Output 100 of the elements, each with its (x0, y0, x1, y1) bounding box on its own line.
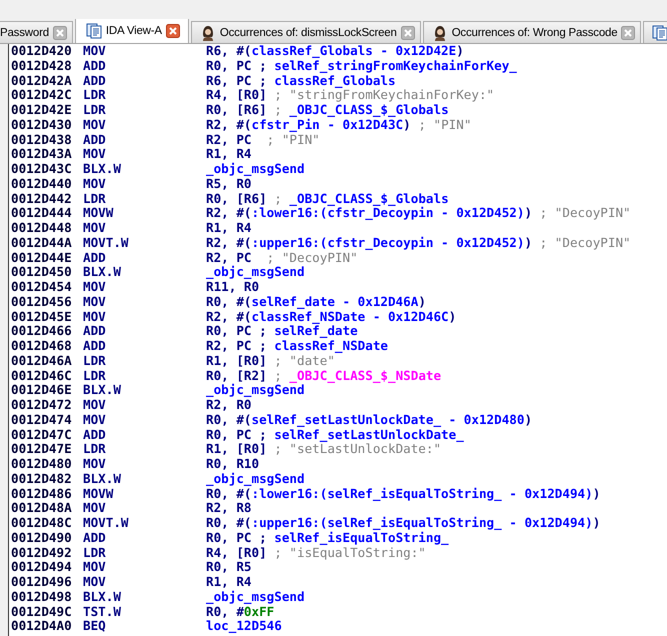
mnemonic-text: LDR (83, 88, 107, 103)
address-text: 0012D454 (11, 280, 73, 295)
mnemonic-text: ADD (83, 339, 107, 354)
address-text: 0012D46E (11, 383, 73, 398)
address-text: 0012D466 (11, 324, 73, 339)
address-text: 0012D48A (11, 501, 73, 516)
mnemonic-text: ADD (83, 58, 107, 74)
operand-text: R0, #(selRef_date - 0x12D46A) (206, 294, 426, 310)
mnemonic-text: BLX.W (83, 590, 122, 604)
mnemonic-text: BLX.W (83, 162, 122, 177)
operand-text: R1, [R0] ; "setLastUnlockDate:" (206, 442, 442, 457)
mnemonic-text: ADD (83, 324, 107, 339)
mnemonic-text: MOVT.W (83, 236, 130, 250)
document-icon (86, 23, 102, 39)
mnemonic-text: BLX.W (83, 383, 122, 398)
mnemonic-text: LDR (83, 103, 107, 118)
address-text: 0012D480 (11, 457, 73, 472)
close-icon[interactable] (52, 26, 67, 40)
address-text: 0012D43A (11, 147, 73, 162)
operand-text: R2, R8 (206, 501, 252, 516)
address-text: 0012D492 (11, 546, 73, 560)
address-text: 0012D48C (11, 516, 73, 531)
operand-text: R0, [R6] ; _OBJC_CLASS_$_Globals (206, 192, 449, 206)
operand-text: R4, [R0] ; "isEqualToString:" (206, 546, 426, 560)
operand-text: _objc_msgSend (206, 590, 305, 604)
tab[interactable]: Occurrences of: dismissLockScreen (190, 21, 421, 43)
address-text: 0012D456 (11, 294, 73, 310)
address-text: 0012D46A (11, 354, 73, 368)
mnemonic-text: MOV (83, 412, 107, 428)
operand-text: R0, PC ; selRef_setLastUnlockDate_ (206, 428, 464, 442)
address-text: 0012D44A (11, 236, 73, 250)
address-text: 0012D494 (11, 560, 73, 575)
tab[interactable]: IDA View-A (74, 19, 189, 43)
operand-text: R0, #(:upper16:(selRef_isEqualToString_ - 0x12D494)) (206, 516, 600, 531)
mnemonic-text: BLX.W (83, 265, 122, 280)
operand-text: R6, PC ; classRef_Globals (206, 74, 396, 88)
operand-text: R0, [R6] ; _OBJC_CLASS_$_Globals (206, 103, 449, 118)
mnemonic-text: MOV (83, 147, 107, 162)
mnemonic-text: MOV (83, 280, 107, 295)
operand-text: R0, PC ; selRef_date (206, 324, 358, 339)
close-icon[interactable] (621, 26, 636, 40)
address-text: 0012D420 (11, 44, 73, 59)
mnemonic-text: MOV (83, 501, 107, 516)
operand-text: _objc_msgSend (206, 472, 305, 486)
address-text: 0012D430 (11, 118, 73, 132)
mnemonic-text: MOVW (83, 206, 114, 221)
tab[interactable] (643, 21, 667, 43)
operand-text: R0, R10 (206, 457, 260, 472)
mnemonic-text: MOV (83, 310, 107, 324)
operand-text: R5, R0 (206, 176, 252, 192)
address-text: 0012D486 (11, 486, 73, 502)
address-text: 0012D428 (11, 58, 73, 74)
operand-text: R0, [R2] ; _OBJC_CLASS_$_NSDate (206, 368, 442, 384)
mnemonic-text: MOV (83, 398, 107, 413)
document-icon (652, 24, 667, 40)
operand-text: R2, PC ; "PIN" (206, 132, 320, 148)
tab[interactable]: Password (0, 21, 73, 43)
operand-text: R4, [R0] ; "stringFromKeychainForKey:" (206, 88, 494, 103)
operand-text: R0, #(:lower16:(selRef_isEqualToString_ - 0x12D494)) (206, 486, 600, 502)
address-text: 0012D47E (11, 442, 73, 457)
mnemonic-text: LDR (83, 546, 107, 560)
mnemonic-text: BLX.W (83, 472, 122, 486)
address-text: 0012D47C (11, 428, 73, 442)
operand-text: R0, R5 (206, 560, 252, 575)
operand-text: R0, PC ; selRef_stringFromKeychainForKey_ (206, 58, 517, 74)
address-text: 0012D444 (11, 206, 73, 221)
mnemonic-text: LDR (83, 354, 107, 368)
operand-text: R2, #(classRef_NSDate - 0x12D46C) (206, 310, 456, 324)
address-text: 0012D440 (11, 176, 73, 192)
address-text: 0012D4A0 (11, 619, 73, 634)
address-text: 0012D490 (11, 530, 73, 546)
mnemonic-text: MOV (83, 221, 107, 236)
mnemonic-text: LDR (83, 192, 107, 206)
mnemonic-text: MOV (83, 176, 107, 192)
mnemonic-text: MOVT.W (83, 516, 130, 531)
address-text: 0012D448 (11, 221, 73, 236)
address-text: 0012D474 (11, 412, 73, 428)
mnemonic-text: LDR (83, 368, 107, 384)
address-text: 0012D496 (11, 575, 73, 590)
address-text: 0012D450 (11, 265, 73, 280)
mnemonic-text: ADD (83, 132, 107, 148)
operand-text: R2, #(:lower16:(cfstr_Decoypin - 0x12D452)) ; "DecoyPIN" (206, 206, 631, 221)
tab[interactable]: Occurrences of: Wrong Passcode (422, 21, 642, 43)
address-text: 0012D44E (11, 250, 73, 266)
close-icon[interactable] (166, 24, 180, 38)
mnemonic-text: MOVW (83, 486, 114, 502)
mnemonic-text: MOV (83, 560, 107, 575)
close-icon[interactable] (400, 26, 415, 40)
mnemonic-text: BEQ (83, 619, 107, 634)
address-text: 0012D468 (11, 339, 73, 354)
address-text: 0012D482 (11, 472, 73, 486)
address-text: 0012D472 (11, 398, 73, 413)
address-text: 0012D438 (11, 132, 73, 148)
operand-text: R0, #0xFF (206, 604, 274, 620)
operand-text: R6, #(classRef_Globals - 0x12D42E) (206, 44, 464, 59)
mnemonic-text: ADD (83, 74, 107, 88)
operand-text: R2, PC ; classRef_NSDate (206, 339, 388, 354)
operand-text: R1, R4 (206, 221, 252, 236)
operand-text: R2, #(:upper16:(cfstr_Decoypin - 0x12D452)) ; "DecoyPIN" (206, 236, 631, 250)
mnemonic-text: TST.W (83, 604, 122, 620)
